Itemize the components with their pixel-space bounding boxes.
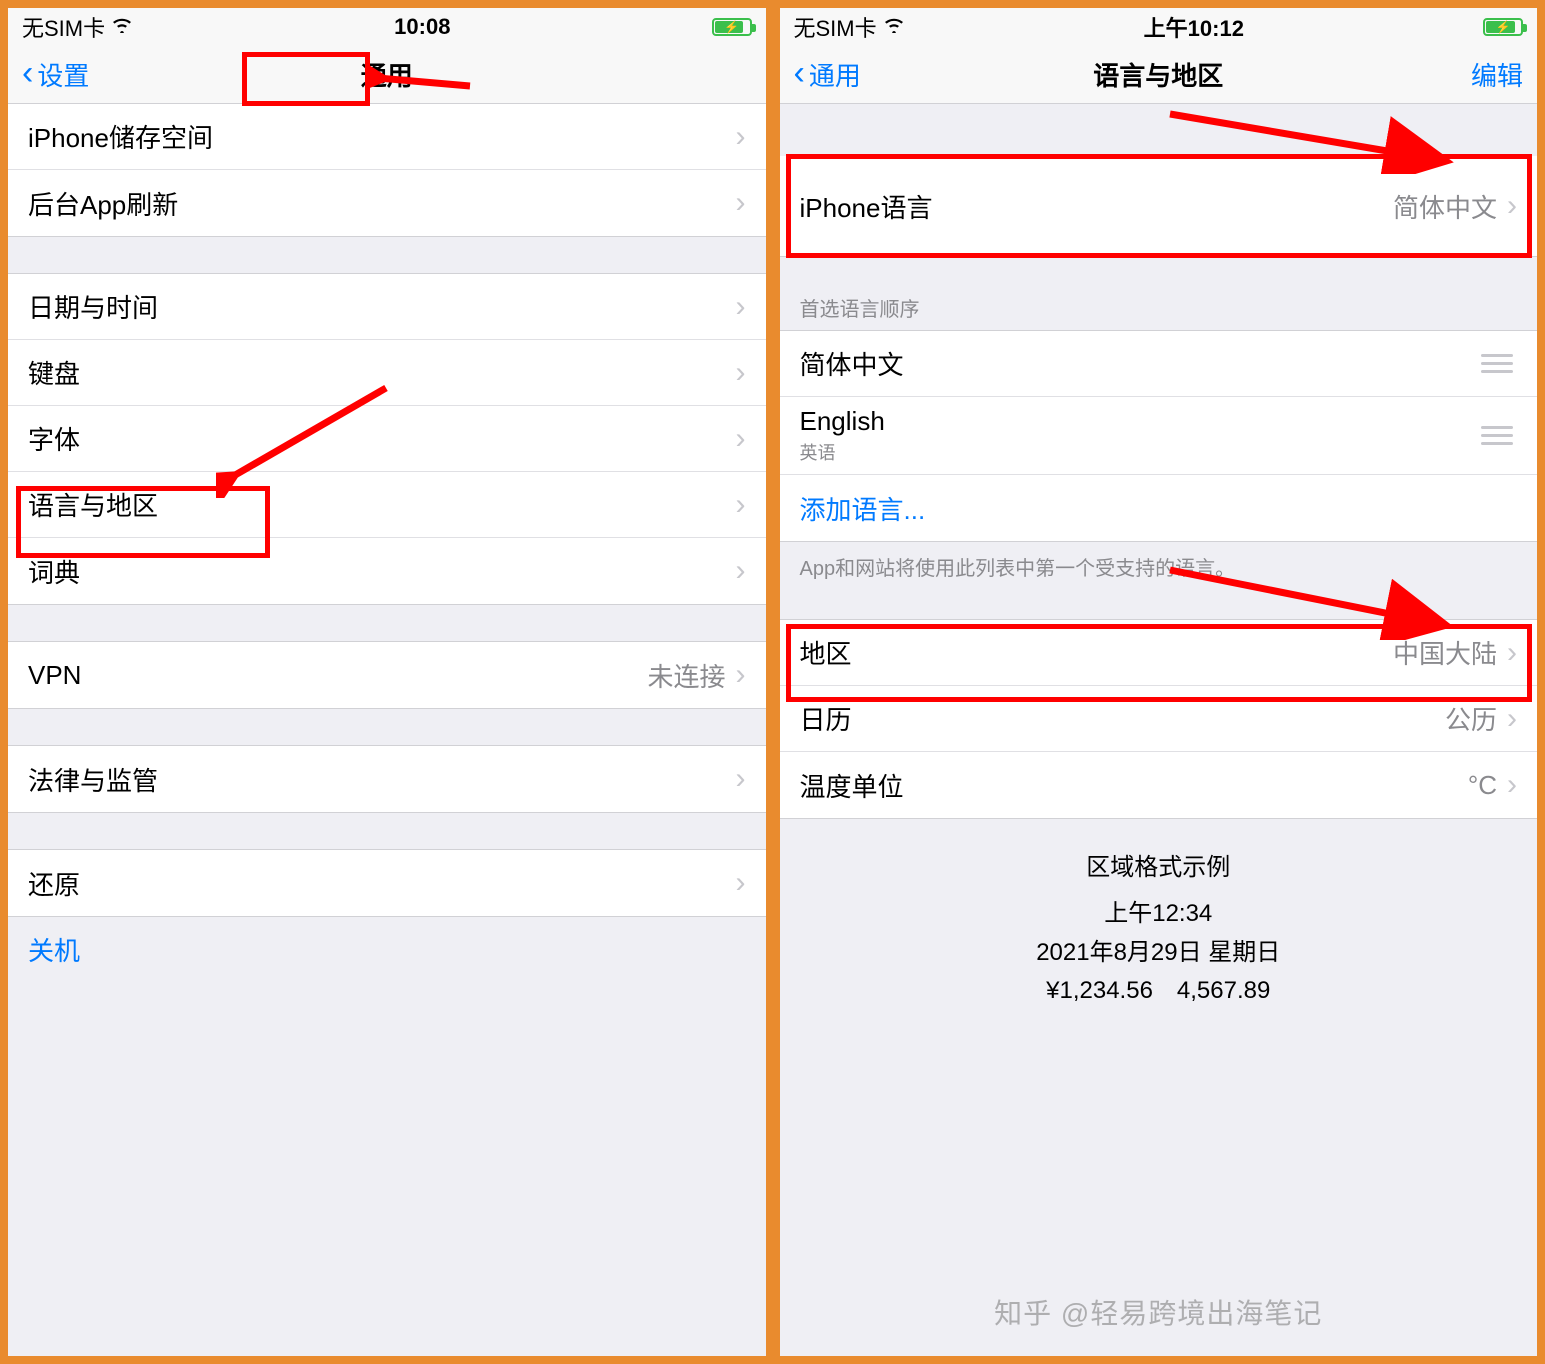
group-storage: iPhone储存空间 › 后台App刷新 ›	[8, 104, 766, 237]
example-date: 2021年8月29日 星期日	[780, 934, 1538, 972]
carrier-text: 无SIM卡	[794, 11, 877, 43]
chevron-right-icon: ›	[736, 290, 746, 324]
chevron-right-icon: ›	[736, 186, 746, 220]
row-label: 法律与监管	[28, 761, 158, 798]
row-label: iPhone储存空间	[28, 118, 213, 155]
status-time: 10:08	[394, 14, 450, 40]
row-dictionary[interactable]: 词典 ›	[8, 538, 766, 604]
row-label: 简体中文	[800, 345, 904, 382]
phone-general: 无SIM卡 10:08 ⚡ ‹ 设置 通用 iPhone储存空间 › 后台App…	[8, 8, 766, 1356]
wifi-icon	[111, 16, 133, 39]
chevron-right-icon: ›	[1507, 768, 1517, 802]
row-value: 公历	[1445, 700, 1497, 737]
group-datetime: 日期与时间 › 键盘 › 字体 › 语言与地区 › 词典 ›	[8, 273, 766, 605]
pref-lang-header: 首选语言顺序	[780, 283, 1538, 330]
status-bar: 无SIM卡 10:08 ⚡	[8, 8, 766, 46]
chevron-right-icon: ›	[736, 356, 746, 390]
chevron-right-icon: ›	[736, 554, 746, 588]
row-label: VPN	[28, 660, 81, 691]
row-value: 简体中文	[1393, 188, 1497, 225]
lang-name: English	[800, 406, 885, 436]
status-bar: 无SIM卡 上午10:12 ⚡	[780, 8, 1538, 46]
group-region: 地区 中国大陆 › 日历 公历 › 温度单位 °C ›	[780, 619, 1538, 819]
example-time: 上午12:34	[780, 895, 1538, 933]
battery-icon: ⚡	[1483, 18, 1523, 36]
row-label: 添加语言...	[800, 490, 926, 527]
group-pref-langs: 简体中文 English 英语 添加语言...	[780, 330, 1538, 542]
example-header: 区域格式示例	[780, 849, 1538, 887]
back-button[interactable]: ‹ 设置	[22, 56, 89, 93]
chevron-right-icon: ›	[736, 762, 746, 796]
reorder-handle-icon[interactable]	[1481, 354, 1517, 373]
nav-title: 通用	[8, 56, 766, 93]
row-legal[interactable]: 法律与监管 ›	[8, 746, 766, 812]
chevron-right-icon: ›	[1507, 636, 1517, 670]
row-label: 语言与地区	[28, 486, 158, 523]
phone-language-region: 无SIM卡 上午10:12 ⚡ ‹ 通用 语言与地区 编辑 iPhone语言 简…	[780, 8, 1538, 1356]
row-keyboard[interactable]: 键盘 ›	[8, 340, 766, 406]
row-label: 字体	[28, 420, 80, 457]
chevron-right-icon: ›	[736, 120, 746, 154]
row-label: 日期与时间	[28, 288, 158, 325]
row-background-refresh[interactable]: 后台App刷新 ›	[8, 170, 766, 236]
row-region[interactable]: 地区 中国大陆 ›	[780, 620, 1538, 686]
row-vpn[interactable]: VPN 未连接 ›	[8, 642, 766, 708]
row-pref-lang-en[interactable]: English 英语	[780, 397, 1538, 475]
row-value: 中国大陆	[1393, 634, 1497, 671]
back-button[interactable]: ‹ 通用	[794, 56, 861, 93]
row-iphone-language[interactable]: iPhone语言 简体中文 ›	[780, 156, 1538, 256]
nav-title: 语言与地区	[780, 56, 1538, 93]
status-time: 上午10:12	[1144, 11, 1244, 43]
group-reset: 还原 ›	[8, 849, 766, 917]
chevron-left-icon: ‹	[22, 56, 33, 90]
row-label: 后台App刷新	[28, 185, 178, 222]
row-language-region[interactable]: 语言与地区 ›	[8, 472, 766, 538]
chevron-right-icon: ›	[736, 422, 746, 456]
row-shutdown[interactable]: 关机	[8, 917, 766, 982]
row-label: 键盘	[28, 354, 80, 391]
group-legal: 法律与监管 ›	[8, 745, 766, 813]
watermark: 知乎 @轻易跨境出海笔记	[994, 1292, 1322, 1332]
back-label: 通用	[809, 56, 861, 93]
row-add-language[interactable]: 添加语言...	[780, 475, 1538, 541]
edit-button[interactable]: 编辑	[1471, 56, 1523, 93]
battery-icon: ⚡	[712, 18, 752, 36]
reorder-handle-icon[interactable]	[1481, 426, 1517, 445]
row-label: English 英语	[800, 406, 885, 465]
chevron-right-icon: ›	[736, 658, 746, 692]
chevron-right-icon: ›	[736, 488, 746, 522]
chevron-right-icon: ›	[1507, 702, 1517, 736]
row-date-time[interactable]: 日期与时间 ›	[8, 274, 766, 340]
carrier-text: 无SIM卡	[22, 11, 105, 43]
row-label: 日历	[800, 700, 852, 737]
lang-sub: 英语	[800, 439, 885, 465]
nav-bar: ‹ 设置 通用	[8, 46, 766, 104]
row-temperature[interactable]: 温度单位 °C ›	[780, 752, 1538, 818]
region-format-example: 区域格式示例 上午12:34 2021年8月29日 星期日 ¥1,234.56 …	[780, 819, 1538, 1021]
row-label: 温度单位	[800, 767, 904, 804]
row-value: °C	[1468, 770, 1497, 801]
row-fonts[interactable]: 字体 ›	[8, 406, 766, 472]
nav-bar: ‹ 通用 语言与地区 编辑	[780, 46, 1538, 104]
pref-lang-footer: App和网站将使用此列表中第一个受支持的语言。	[780, 542, 1538, 589]
example-number: ¥1,234.56 4,567.89	[780, 972, 1538, 1010]
group-vpn: VPN 未连接 ›	[8, 641, 766, 709]
row-label: 还原	[28, 865, 80, 902]
wifi-icon	[883, 16, 905, 39]
row-label: 词典	[28, 553, 80, 590]
row-label: iPhone语言	[800, 188, 933, 225]
back-label: 设置	[37, 56, 89, 93]
row-iphone-storage[interactable]: iPhone储存空间 ›	[8, 104, 766, 170]
group-iphone-language: iPhone语言 简体中文 ›	[780, 156, 1538, 257]
row-reset[interactable]: 还原 ›	[8, 850, 766, 916]
row-value: 未连接	[647, 657, 725, 694]
chevron-left-icon: ‹	[794, 56, 805, 90]
row-pref-lang-zh[interactable]: 简体中文	[780, 331, 1538, 397]
chevron-right-icon: ›	[1507, 189, 1517, 223]
chevron-right-icon: ›	[736, 866, 746, 900]
row-label: 地区	[800, 634, 852, 671]
row-calendar[interactable]: 日历 公历 ›	[780, 686, 1538, 752]
